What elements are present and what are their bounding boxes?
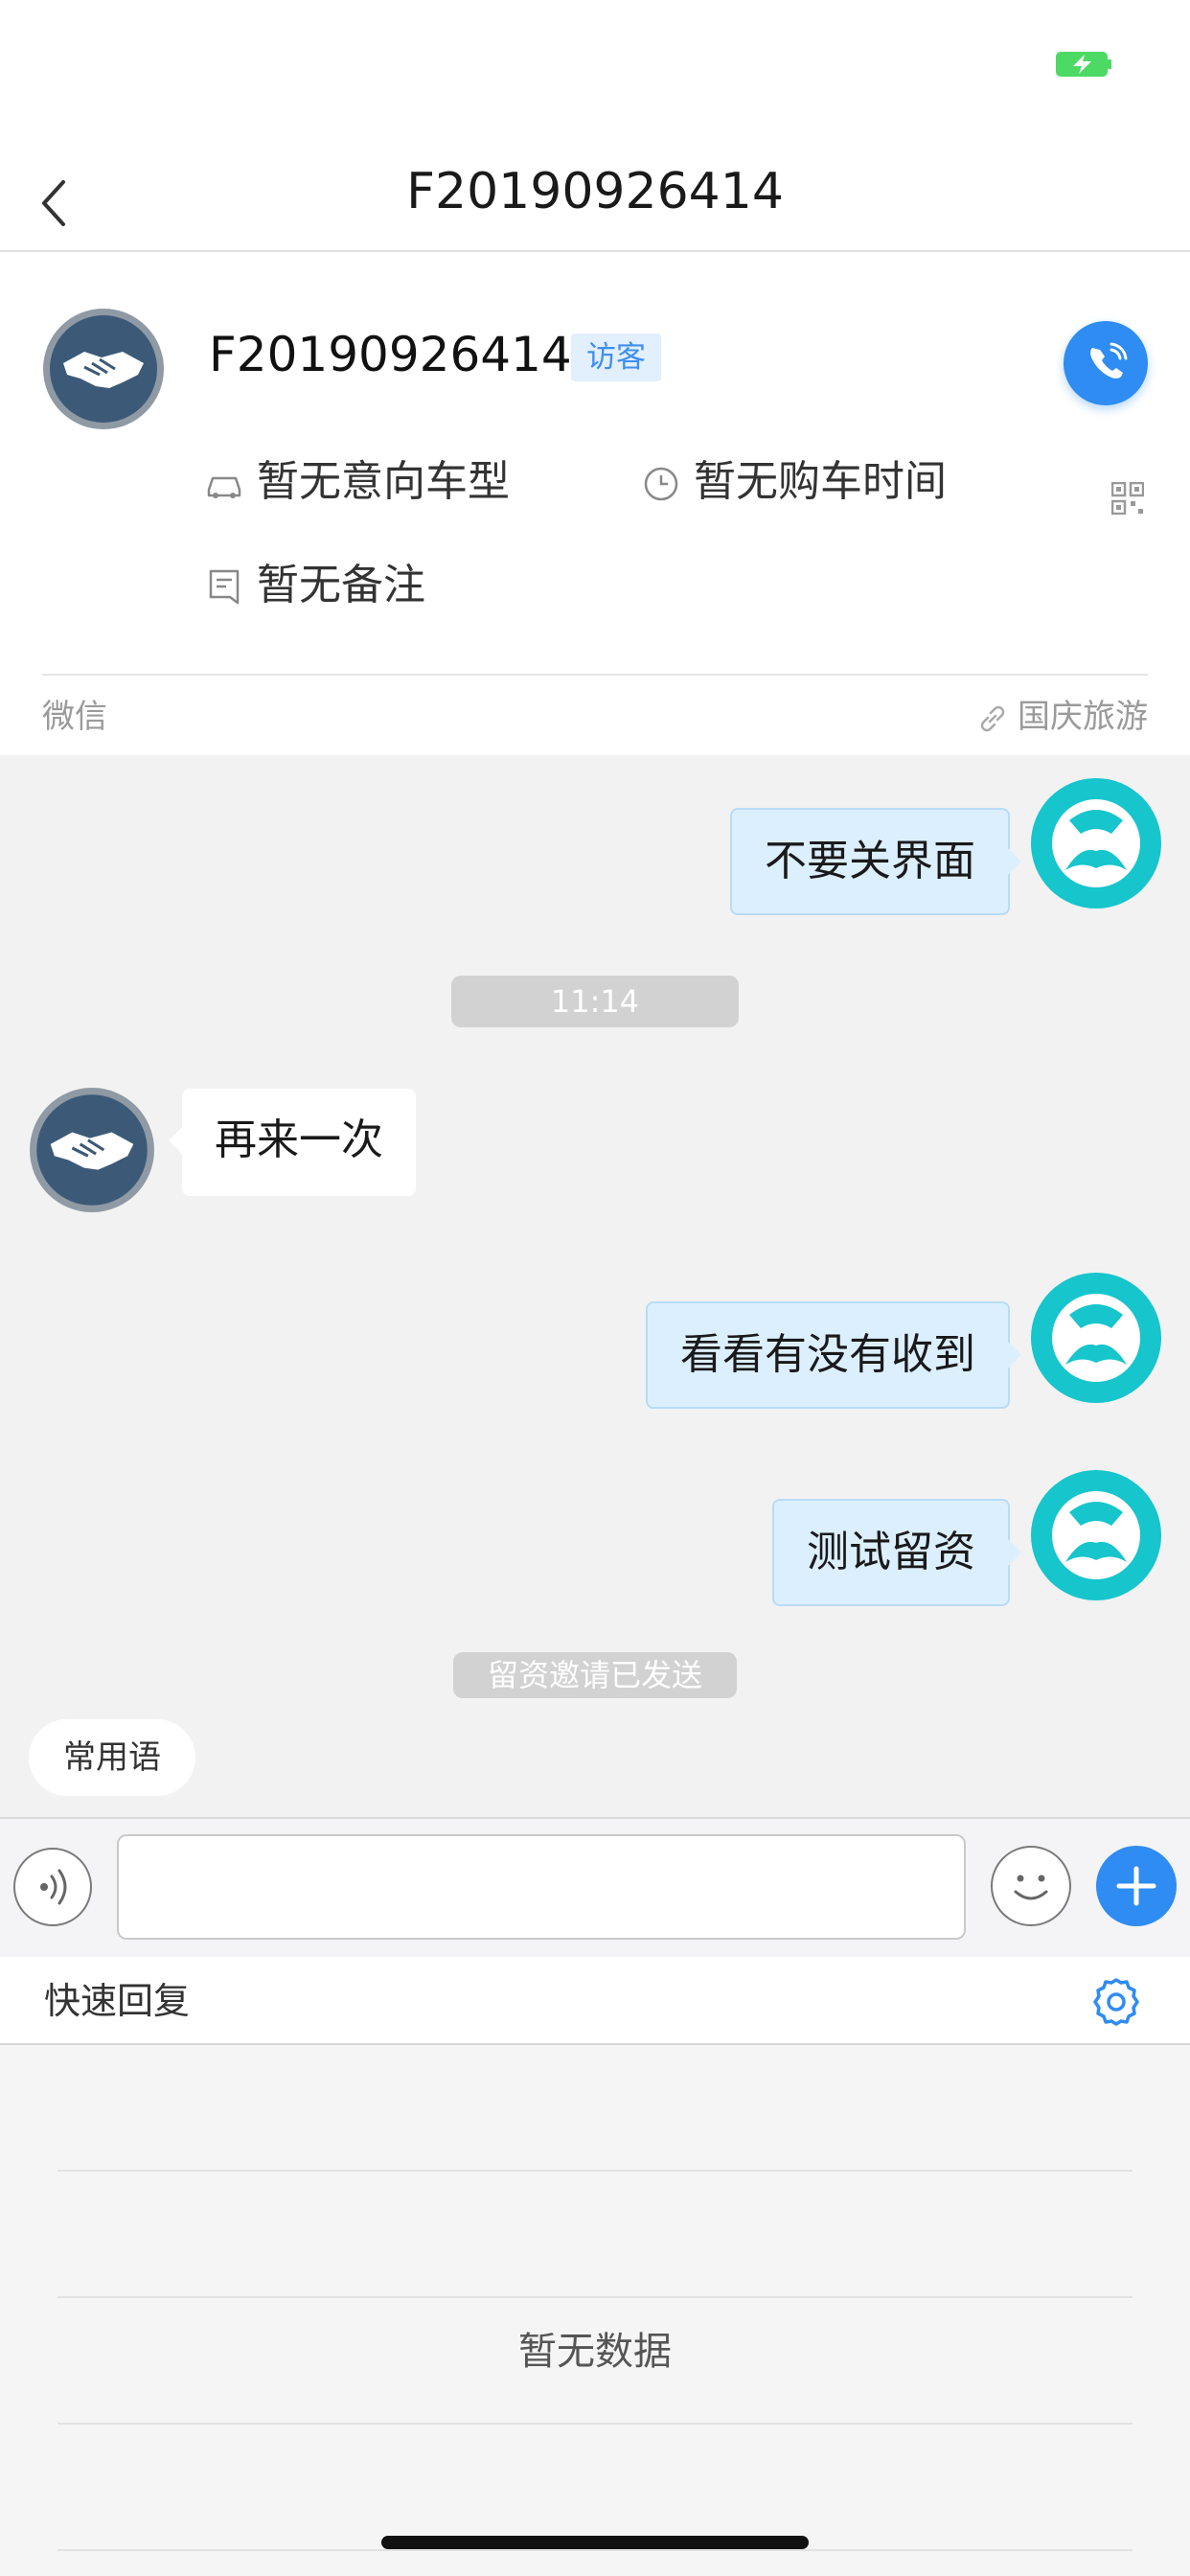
remark: 暂无备注 <box>203 557 425 614</box>
customer-name: F20190926414 <box>209 327 572 382</box>
message-bubble-sent[interactable]: 不要关界面 <box>730 808 1021 915</box>
voice-icon <box>40 1869 67 1905</box>
timestamp: 11:14 <box>451 976 739 1027</box>
call-button[interactable] <box>1064 321 1148 405</box>
battery-charging-icon <box>1056 52 1111 77</box>
purchase-time-text: 暂无购车时间 <box>694 457 947 506</box>
agent-avatar <box>1031 1273 1161 1403</box>
list-divider <box>57 2170 1133 2172</box>
clock-icon <box>644 467 678 501</box>
remark-text: 暂无备注 <box>257 561 425 610</box>
message-bubble-received[interactable]: 再来一次 <box>169 1089 416 1196</box>
message-input-bar <box>0 1817 1190 1957</box>
system-notice: 留资邀请已发送 <box>453 1652 737 1698</box>
channel-label: 微信 <box>42 698 107 736</box>
quick-reply-title: 快速回复 <box>44 1980 191 2022</box>
back-arrow-icon[interactable] <box>36 174 75 232</box>
voice-input-button[interactable] <box>13 1848 92 1926</box>
divider <box>42 674 1148 676</box>
source-text: 国庆旅游 <box>1018 698 1148 736</box>
car-model-text: 暂无意向车型 <box>257 457 510 506</box>
chat-message-list[interactable]: 不要关界面 11:14 再来一次 看看有没有收到 测试留资 留资邀请已发送 <box>0 755 1190 1817</box>
list-divider <box>57 2296 1133 2298</box>
note-icon <box>209 569 240 605</box>
visitor-badge: 访客 <box>571 334 661 381</box>
quick-reply-list[interactable]: 暂无数据 <box>0 2045 1190 2576</box>
customer-chat-avatar <box>30 1088 154 1212</box>
customer-info-card: F20190926414 访客 暂无意向车型 暂无购车时间 暂无备注 微信 国庆… <box>0 252 1190 755</box>
emoji-button[interactable] <box>991 1846 1071 1926</box>
list-divider <box>57 2423 1133 2425</box>
smiley-icon <box>1014 1874 1048 1900</box>
more-actions-button[interactable] <box>1096 1846 1177 1926</box>
page-title: F20190926414 <box>406 163 784 220</box>
qr-code-icon[interactable] <box>1111 482 1144 515</box>
message-input[interactable] <box>117 1834 966 1940</box>
common-phrases-button[interactable]: 常用语 <box>29 1719 195 1796</box>
home-indicator[interactable] <box>381 2536 809 2549</box>
phone-icon <box>1090 342 1128 379</box>
agent-avatar <box>1031 778 1161 908</box>
empty-state-text: 暂无数据 <box>518 2330 672 2374</box>
plus-icon <box>1116 1866 1156 1906</box>
message-bubble-sent[interactable]: 看看有没有收到 <box>646 1301 1021 1409</box>
message-bubble-sent[interactable]: 测试留资 <box>772 1499 1021 1606</box>
car-icon <box>207 476 241 498</box>
source-label: 国庆旅游 <box>975 693 1148 741</box>
quick-reply-header: 快速回复 <box>0 1957 1190 2045</box>
link-icon <box>980 705 1005 731</box>
navigation-bar: F20190926414 <box>0 125 1190 252</box>
list-divider <box>57 2549 1133 2551</box>
intended-car-model: 暂无意向车型 <box>203 453 510 511</box>
purchase-time: 暂无购车时间 <box>640 453 947 511</box>
agent-avatar <box>1031 1470 1161 1600</box>
customer-avatar <box>43 309 164 429</box>
settings-gear-icon[interactable] <box>1088 1974 1144 2030</box>
